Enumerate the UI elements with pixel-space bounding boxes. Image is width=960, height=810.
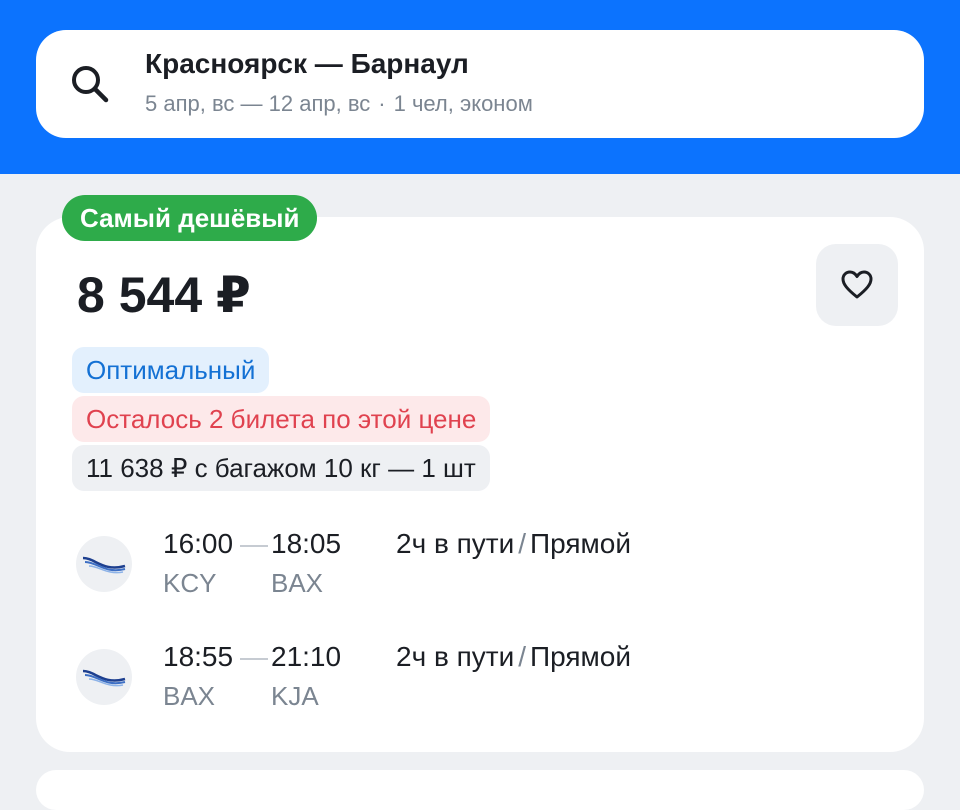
search-icon[interactable] (68, 62, 112, 106)
route-details[interactable]: 5 апр, вс — 12 апр, вс · 1 чел, эконом (145, 91, 533, 117)
trip-dates: 5 апр, вс — 12 апр, вс (145, 91, 371, 116)
departure-airport-code: KCY (163, 568, 217, 598)
arrival-time: 18:05 (271, 528, 342, 559)
favorite-button[interactable] (816, 244, 898, 326)
flight-duration: 2ч в пути (396, 641, 515, 672)
info-separator: / (518, 641, 527, 672)
time-dash (240, 658, 268, 660)
heart-icon (841, 270, 873, 299)
tickets-left-chip: Осталось 2 билета по этой цене (72, 396, 491, 442)
flight-type: Прямой (530, 528, 632, 559)
airline-wave-icon (82, 556, 126, 574)
flight-info: 2ч в пути / Прямой (396, 641, 631, 673)
offer-price: 8 544 ₽ (77, 267, 251, 323)
flight-segment: 16:00 18:05 KCY BAX 2ч в пути / Прямой (0, 528, 960, 608)
search-summary[interactable] (36, 30, 924, 138)
flight-segment: 18:55 21:10 BAX KJA 2ч в пути / Прямой (0, 641, 960, 721)
flight-info: 2ч в пути / Прямой (396, 528, 631, 560)
cheapest-badge: Самый дешёвый (62, 195, 318, 241)
flight-duration: 2ч в пути (396, 528, 515, 559)
departure-airport-code: BAX (163, 681, 216, 711)
arrival-time: 21:10 (271, 641, 342, 672)
baggage-price-chip[interactable]: 11 638 ₽ с багажом 10 кг — 1 шт (72, 445, 490, 491)
arrival-airport-code: KJA (271, 681, 319, 711)
airline-logo (76, 536, 132, 592)
info-separator: / (518, 528, 527, 559)
departure-time: 16:00 (163, 528, 234, 559)
time-dash (240, 545, 268, 547)
flight-type: Прямой (530, 641, 632, 672)
airline-logo (76, 649, 132, 705)
separator-dot: · (378, 91, 386, 116)
route-title[interactable]: Красноярск — Барнаул (145, 48, 469, 80)
arrival-airport-code: BAX (271, 568, 324, 598)
passengers-class: 1 чел, эконом (393, 91, 533, 116)
next-offer-card[interactable] (36, 770, 924, 810)
optimal-chip: Оптимальный (72, 347, 270, 393)
departure-time: 18:55 (163, 641, 234, 672)
airline-wave-icon (82, 669, 126, 687)
